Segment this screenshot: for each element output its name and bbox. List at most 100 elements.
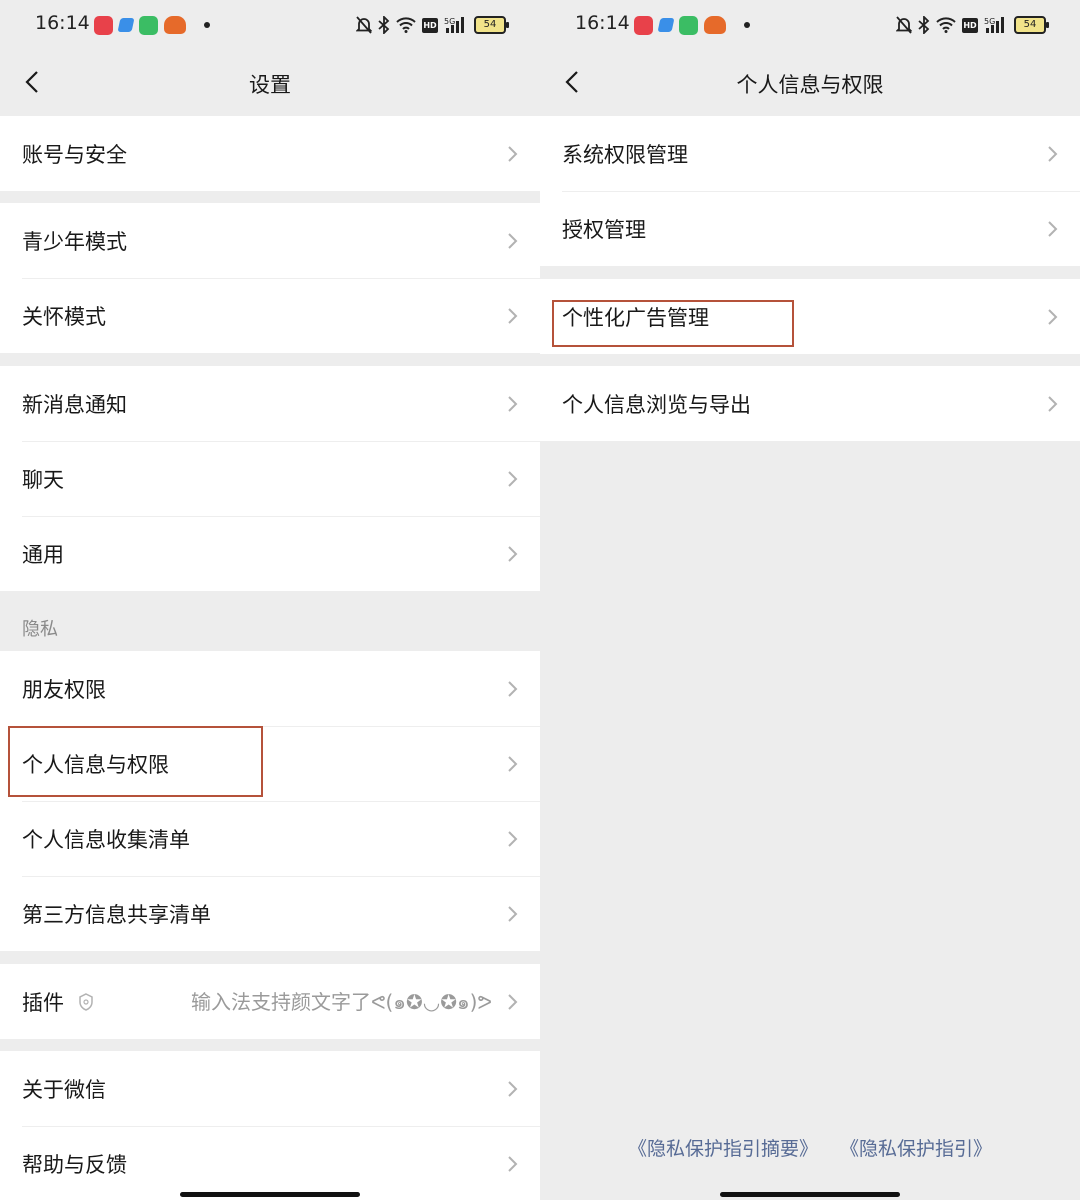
settings-item-info-collection-list[interactable]: 个人信息收集清单 — [0, 801, 540, 876]
signal-5g-icon: 5G — [444, 17, 464, 33]
settings-item-help-feedback[interactable]: 帮助与反馈 — [0, 1126, 540, 1200]
plugin-description: 输入法支持颜文字了ᕙ(๑✪◡✪๑)ᕗ — [190, 989, 492, 1014]
settings-item-label: 朋友权限 — [22, 677, 106, 702]
mute-bell-icon — [356, 16, 372, 34]
wifi-icon — [936, 17, 956, 33]
settings-item-label: 个人信息收集清单 — [22, 827, 190, 852]
settings-item-notifications[interactable]: 新消息通知 — [0, 366, 540, 441]
svg-text:5G: 5G — [984, 17, 995, 26]
settings-item-label: 通用 — [22, 542, 64, 567]
battery-icon: 54 — [474, 16, 509, 34]
hd-icon: HD — [422, 17, 438, 33]
signal-5g-icon: 5G — [984, 17, 1004, 33]
settings-item-system-permissions[interactable]: 系统权限管理 — [540, 116, 1080, 191]
chevron-right-icon — [508, 307, 518, 324]
mute-bell-icon — [896, 16, 912, 34]
status-bar: 16:14 HD 5G 54 — [540, 0, 1080, 50]
settings-group-account: 账号与安全 — [0, 116, 540, 191]
more-notifications-dot — [204, 22, 210, 28]
settings-item-label: 关于微信 — [22, 1077, 106, 1102]
green-app-icon — [679, 15, 698, 35]
settings-item-label: 账号与安全 — [22, 142, 127, 167]
chevron-right-icon — [508, 755, 518, 772]
chevron-right-icon — [508, 993, 518, 1010]
settings-item-youth-mode[interactable]: 青少年模式 — [0, 203, 540, 278]
status-time: 16:14 — [575, 12, 630, 34]
bluetooth-icon — [918, 16, 930, 34]
home-indicator[interactable] — [720, 1192, 900, 1197]
settings-item-personalized-ads[interactable]: 个性化广告管理 — [540, 279, 1080, 354]
settings-item-plugins[interactable]: 插件 输入法支持颜文字了ᕙ(๑✪◡✪๑)ᕗ — [0, 964, 540, 1039]
system-icons: HD 5G 54 — [896, 14, 1049, 36]
privacy-section-header: 隐私 — [22, 619, 58, 640]
permissions-group-ads: 个性化广告管理 — [540, 279, 1080, 354]
chevron-right-icon — [1048, 145, 1058, 162]
battery-icon: 54 — [1014, 16, 1049, 34]
chevron-right-icon — [508, 680, 518, 697]
settings-item-chat[interactable]: 聊天 — [0, 441, 540, 516]
permissions-group-system: 系统权限管理 授权管理 — [540, 116, 1080, 266]
settings-item-label: 第三方信息共享清单 — [22, 902, 211, 927]
notification-icons — [94, 14, 210, 36]
footer-links: 《隐私保护指引摘要》 《隐私保护指引》 — [540, 1134, 1080, 1161]
chevron-right-icon — [508, 830, 518, 847]
settings-group-privacy: 朋友权限 个人信息与权限 个人信息收集清单 第三方信息共享清单 — [0, 651, 540, 951]
settings-item-label: 授权管理 — [562, 217, 646, 242]
settings-item-label: 个人信息浏览与导出 — [562, 392, 751, 417]
chevron-right-icon — [1048, 220, 1058, 237]
bluetooth-icon — [378, 16, 390, 34]
pumpkin-app-icon — [704, 16, 726, 34]
settings-item-label: 插件 — [22, 990, 64, 1015]
chevron-right-icon — [1048, 308, 1058, 325]
page-title: 个人信息与权限 — [736, 73, 884, 97]
settings-item-about-wechat[interactable]: 关于微信 — [0, 1051, 540, 1126]
privacy-summary-link[interactable]: 《隐私保护指引摘要》 — [628, 1138, 818, 1160]
notification-icons — [634, 14, 750, 36]
settings-item-label: 青少年模式 — [22, 229, 127, 254]
status-time: 16:14 — [35, 12, 90, 34]
blue-app-icon — [117, 18, 135, 32]
chevron-right-icon — [508, 232, 518, 249]
settings-item-account-security[interactable]: 账号与安全 — [0, 116, 540, 191]
chevron-right-icon — [508, 1155, 518, 1172]
settings-item-third-party-sharing-list[interactable]: 第三方信息共享清单 — [0, 876, 540, 951]
status-bar: 16:14 HD 5G 54 — [0, 0, 540, 50]
settings-item-personal-info-permissions[interactable]: 个人信息与权限 — [0, 726, 540, 801]
green-app-icon — [139, 15, 158, 35]
wifi-icon — [396, 17, 416, 33]
settings-item-label: 个人信息与权限 — [22, 752, 169, 777]
permissions-group-export: 个人信息浏览与导出 — [540, 366, 1080, 441]
home-indicator[interactable] — [180, 1192, 360, 1197]
personal-info-permissions-screen: 16:14 HD 5G 54 个人信息与权限 系统权限管理 授权管理 个性化广告… — [540, 0, 1080, 1200]
settings-group-general: 新消息通知 聊天 通用 — [0, 366, 540, 591]
settings-item-authorization[interactable]: 授权管理 — [540, 191, 1080, 266]
settings-item-label: 新消息通知 — [22, 392, 127, 417]
chevron-right-icon — [508, 470, 518, 487]
shield-icon — [79, 992, 93, 1011]
settings-item-browse-export[interactable]: 个人信息浏览与导出 — [540, 366, 1080, 441]
chevron-right-icon — [508, 905, 518, 922]
settings-item-general[interactable]: 通用 — [0, 516, 540, 591]
chevron-right-icon — [1048, 395, 1058, 412]
navigation-bar: 个人信息与权限 — [540, 50, 1080, 116]
settings-item-label: 聊天 — [22, 467, 64, 492]
navigation-bar: 设置 — [0, 50, 540, 116]
settings-item-label: 关怀模式 — [22, 304, 106, 329]
music-app-icon — [634, 15, 653, 35]
pumpkin-app-icon — [164, 16, 186, 34]
settings-screen: 16:14 HD 5G 54 设置 账号与安全 青少年模式 关怀模式 新消息通知… — [0, 0, 540, 1200]
chevron-right-icon — [508, 1080, 518, 1097]
more-notifications-dot — [744, 22, 750, 28]
settings-item-care-mode[interactable]: 关怀模式 — [0, 278, 540, 353]
settings-group-plugins: 插件 输入法支持颜文字了ᕙ(๑✪◡✪๑)ᕗ — [0, 964, 540, 1039]
page-title: 设置 — [249, 73, 291, 97]
settings-item-friend-permissions[interactable]: 朋友权限 — [0, 651, 540, 726]
settings-group-modes: 青少年模式 关怀模式 — [0, 203, 540, 353]
settings-item-label: 系统权限管理 — [562, 142, 688, 167]
chevron-right-icon — [508, 145, 518, 162]
privacy-guide-link[interactable]: 《隐私保护指引》 — [840, 1138, 992, 1160]
settings-item-label: 个性化广告管理 — [562, 305, 709, 330]
settings-item-label: 帮助与反馈 — [22, 1152, 127, 1177]
system-icons: HD 5G 54 — [356, 14, 509, 36]
chevron-right-icon — [508, 395, 518, 412]
